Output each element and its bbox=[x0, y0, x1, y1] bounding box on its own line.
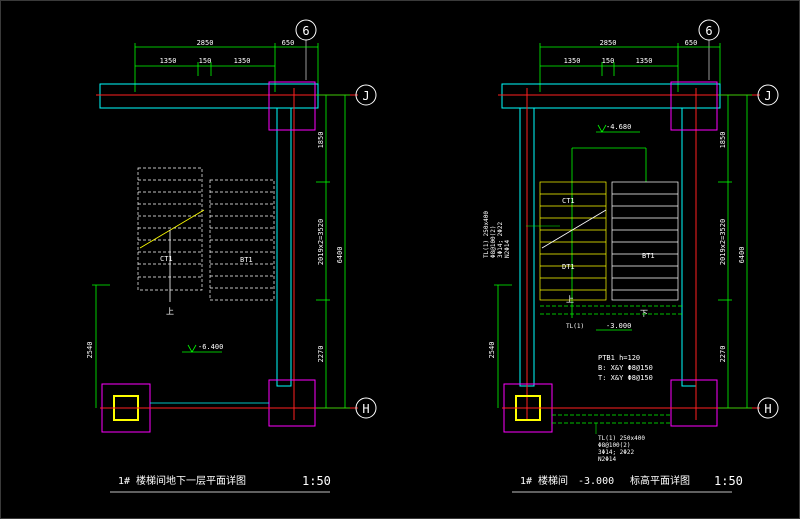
column-bottom-right bbox=[670, 379, 718, 427]
axis-label-H: H bbox=[764, 402, 771, 416]
dim-top-overall: 2850 bbox=[197, 39, 214, 47]
label-down: 下 bbox=[640, 309, 648, 318]
dim-right: 2019x2=3520 bbox=[317, 219, 325, 265]
dim-right: 1850 bbox=[719, 132, 727, 149]
dim-top-part: 1350 bbox=[636, 57, 653, 65]
svg-text:TL(1) 250x400: TL(1) 250x400 bbox=[598, 435, 645, 442]
dim-right: 2270 bbox=[317, 346, 325, 363]
level-marker-lower: -3.000 bbox=[596, 322, 632, 331]
right-wall bbox=[681, 107, 697, 387]
cad-drawing-canvas: 6 2850 650 1350 150 1350 J H 1850 2019x2… bbox=[0, 0, 800, 519]
dim-top-part: 150 bbox=[602, 57, 615, 65]
label-bt1: BT1 bbox=[642, 252, 655, 260]
dim-left: 2540 bbox=[488, 342, 496, 359]
column-top-right bbox=[268, 81, 316, 131]
axis-label-H: H bbox=[362, 402, 369, 416]
top-beam bbox=[99, 83, 319, 109]
level-text: -4.680 bbox=[606, 123, 631, 131]
dim-right: 2019x2=3520 bbox=[719, 219, 727, 265]
label-ct1: CT1 bbox=[562, 197, 575, 205]
column-bottom-right bbox=[268, 379, 316, 427]
axis-label-J: J bbox=[764, 89, 771, 103]
label-bt1: BT1 bbox=[240, 256, 253, 264]
svg-text:PTB1 h=120: PTB1 h=120 bbox=[598, 354, 640, 362]
stair-flight-bt1 bbox=[611, 181, 679, 301]
top-dimensions bbox=[134, 43, 319, 92]
landing-outline bbox=[571, 147, 647, 318]
drawing-title-prefix: 1# 楼梯间 bbox=[520, 474, 568, 487]
dim-top-overall: 2850 bbox=[600, 39, 617, 47]
svg-text:N2Φ14: N2Φ14 bbox=[504, 240, 511, 258]
viewport-border bbox=[0, 0, 800, 519]
level-marker-upper: -4.680 bbox=[596, 123, 640, 133]
stair-flight-bt1 bbox=[209, 179, 275, 301]
label-up: 上 bbox=[166, 307, 174, 316]
axis-label-6: 6 bbox=[302, 24, 309, 38]
svg-text:N2Φ14: N2Φ14 bbox=[598, 456, 616, 463]
drawing-scale: 1:50 bbox=[302, 474, 331, 488]
dim-top-part: 1350 bbox=[160, 57, 177, 65]
ptb-notes: PTB1 h=120 B: X&Y Φ8@150 T: X&Y Φ8@150 bbox=[598, 354, 653, 382]
drawing-scale: 1:50 bbox=[714, 474, 743, 488]
bottom-beam-tl1 bbox=[552, 414, 671, 424]
dim-right: 2270 bbox=[719, 346, 727, 363]
right-drawing: 6 2850 650 1350 150 1350 J H 1850 2019x2… bbox=[483, 19, 779, 493]
svg-text:3Φ14; 2Φ22: 3Φ14; 2Φ22 bbox=[598, 449, 635, 456]
level-marker: -6.400 bbox=[182, 343, 223, 353]
top-beam bbox=[501, 83, 721, 109]
svg-text:Φ8@100(2): Φ8@100(2) bbox=[598, 442, 631, 449]
dim-left: 2540 bbox=[86, 342, 94, 359]
svg-text:TL(1) 250x400: TL(1) 250x400 bbox=[483, 211, 490, 258]
right-wall bbox=[276, 107, 292, 387]
level-text: -3.000 bbox=[606, 322, 631, 330]
svg-text:T: X&Y Φ8@150: T: X&Y Φ8@150 bbox=[598, 374, 653, 382]
dim-right: 1850 bbox=[317, 132, 325, 149]
drawing-title-suffix: 标高平面详图 bbox=[630, 474, 690, 487]
label-up: 上 bbox=[566, 295, 574, 304]
drawing-title: 1# 楼梯间地下一层平面详图 bbox=[118, 474, 246, 487]
dim-top-part: 1350 bbox=[564, 57, 581, 65]
dim-right-total: 6400 bbox=[738, 247, 746, 264]
drawing-title-level: -3.000 bbox=[578, 476, 614, 487]
tl-bottom-notes: TL(1) 250x400 Φ8@100(2) 3Φ14; 2Φ22 N2Φ14 bbox=[595, 423, 645, 463]
dim-top-right: 650 bbox=[685, 39, 698, 47]
label-dt1: DT1 bbox=[562, 263, 575, 271]
top-dimensions bbox=[539, 43, 721, 92]
svg-text:B: X&Y Φ8@150: B: X&Y Φ8@150 bbox=[598, 364, 653, 372]
note-vertical: TL(1) 250x400 Φ8@100(2) 3Φ14; 2Φ22 N2Φ14 bbox=[483, 211, 511, 258]
svg-text:3Φ14; 2Φ22: 3Φ14; 2Φ22 bbox=[497, 221, 504, 258]
left-drawing: 6 2850 650 1350 150 1350 J H 1850 2019x2… bbox=[86, 19, 377, 493]
tl-label: TL(1) bbox=[566, 323, 584, 330]
dim-top-right: 650 bbox=[282, 39, 295, 47]
dim-top-part: 150 bbox=[199, 57, 212, 65]
landing-beam bbox=[540, 305, 682, 315]
svg-text:Φ8@100(2): Φ8@100(2) bbox=[490, 225, 497, 258]
axis-label-J: J bbox=[362, 89, 369, 103]
dim-right-total: 6400 bbox=[336, 247, 344, 264]
level-text: -6.400 bbox=[198, 343, 223, 351]
axis-label-6: 6 bbox=[705, 24, 712, 38]
dim-top-part: 1350 bbox=[234, 57, 251, 65]
label-ct1: CT1 bbox=[160, 255, 173, 263]
